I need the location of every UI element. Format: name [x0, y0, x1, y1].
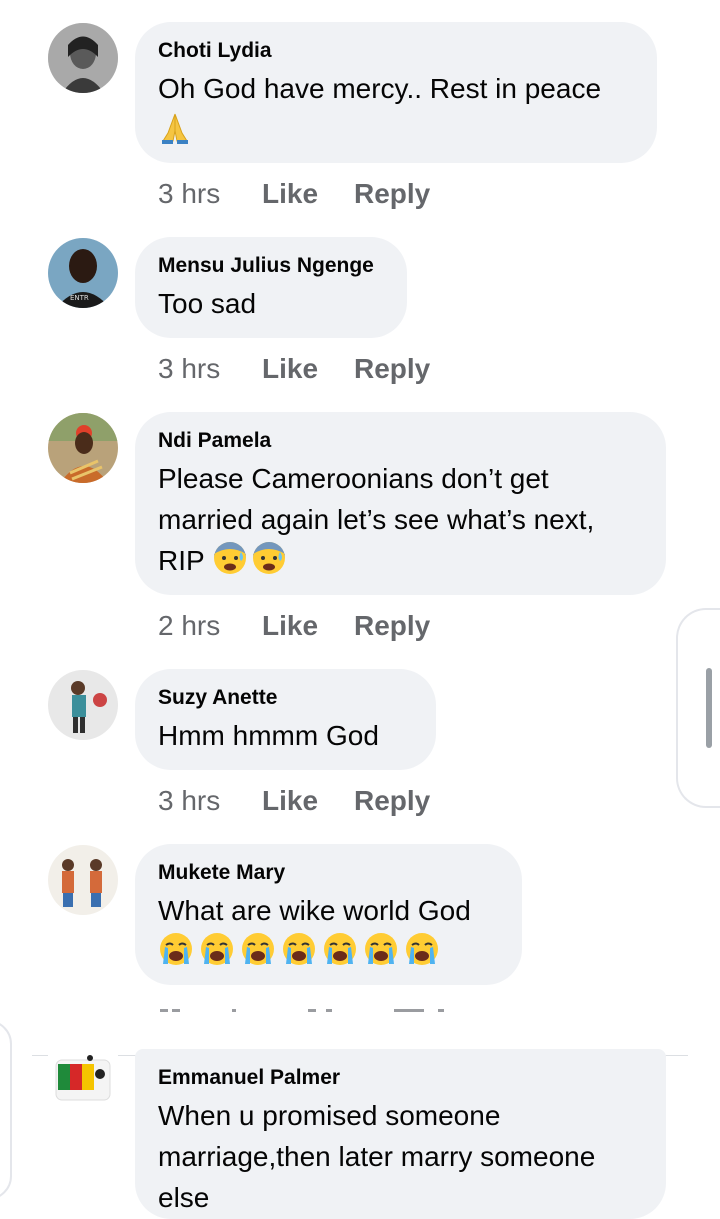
like-button[interactable]: Like: [262, 177, 354, 211]
comment-time: 2 hrs: [158, 610, 221, 641]
commenter-name[interactable]: Choti Lydia: [158, 38, 633, 64]
like-button[interactable]: Like: [262, 784, 354, 818]
like-button[interactable]: Like: [262, 352, 354, 386]
comment-text: Oh God have mercy.. Rest in peace: [158, 68, 633, 156]
comment-bubble: Mensu Julius Ngenge Too sad: [135, 237, 407, 338]
comment-actions: 3 hrs Like Reply: [158, 352, 430, 386]
crying-face-icon: [404, 931, 440, 978]
comment-actions: 3 hrs Like Reply: [158, 177, 430, 211]
comment-text: Hmm hmmm God: [158, 720, 379, 751]
reply-button[interactable]: Reply: [354, 177, 430, 211]
scrollbar-thumb[interactable]: [706, 668, 712, 748]
avatar[interactable]: ENTR: [48, 238, 118, 308]
avatar[interactable]: [48, 670, 118, 740]
commenter-name[interactable]: Mukete Mary: [158, 860, 498, 886]
avatar[interactable]: [48, 845, 118, 915]
commenter-name[interactable]: Suzy Anette: [158, 685, 412, 711]
anxious-face-icon: [251, 540, 287, 587]
side-panel-edge: [0, 1020, 12, 1200]
reply-button[interactable]: Reply: [354, 784, 430, 818]
avatar[interactable]: [48, 23, 118, 93]
avatar[interactable]: [48, 413, 118, 483]
crying-face-icon: [240, 931, 276, 978]
crying-face-icon: [363, 931, 399, 978]
like-button[interactable]: Like: [262, 609, 354, 643]
scroll-indicator[interactable]: [676, 608, 720, 808]
comment-bubble: Emmanuel Palmer When u promised someone …: [135, 1049, 666, 1219]
crying-face-icon: [281, 931, 317, 978]
comment-actions: 2 hrs Like Reply: [158, 609, 430, 643]
folded-hands-icon: [158, 111, 192, 156]
comment-text: When u promised someone marriage,then la…: [158, 1100, 596, 1213]
comment-time: 3 hrs: [158, 353, 221, 384]
avatar[interactable]: [48, 1052, 118, 1114]
comment-actions: 3 hrs Like Reply: [158, 784, 430, 818]
comment-actions-cutoff: [158, 1000, 468, 1012]
comment-time: 3 hrs: [158, 785, 221, 816]
svg-text:ENTR: ENTR: [70, 294, 89, 302]
comment-bubble: Mukete Mary What are wike world God: [135, 844, 522, 985]
crying-face-icon: [199, 931, 235, 978]
commenter-name[interactable]: Mensu Julius Ngenge: [158, 253, 383, 279]
commenter-name[interactable]: Emmanuel Palmer: [158, 1065, 642, 1091]
comment-text: Please Cameroonians don’t get married ag…: [158, 458, 642, 587]
crying-face-icon: [158, 931, 194, 978]
anxious-face-icon: [212, 540, 248, 587]
commenter-name[interactable]: Ndi Pamela: [158, 428, 642, 454]
comment-time: 3 hrs: [158, 178, 221, 209]
reply-button[interactable]: Reply: [354, 352, 430, 386]
comment-text: Too sad: [158, 288, 257, 319]
reply-button[interactable]: Reply: [354, 609, 430, 643]
comment-text: What are wike world God: [158, 890, 498, 978]
comment-bubble: Choti Lydia Oh God have mercy.. Rest in …: [135, 22, 657, 163]
comment-bubble: Suzy Anette Hmm hmmm God: [135, 669, 436, 770]
crying-emoji-row: [158, 933, 445, 967]
comment-bubble: Ndi Pamela Please Cameroonians don’t get…: [135, 412, 666, 595]
crying-face-icon: [322, 931, 358, 978]
